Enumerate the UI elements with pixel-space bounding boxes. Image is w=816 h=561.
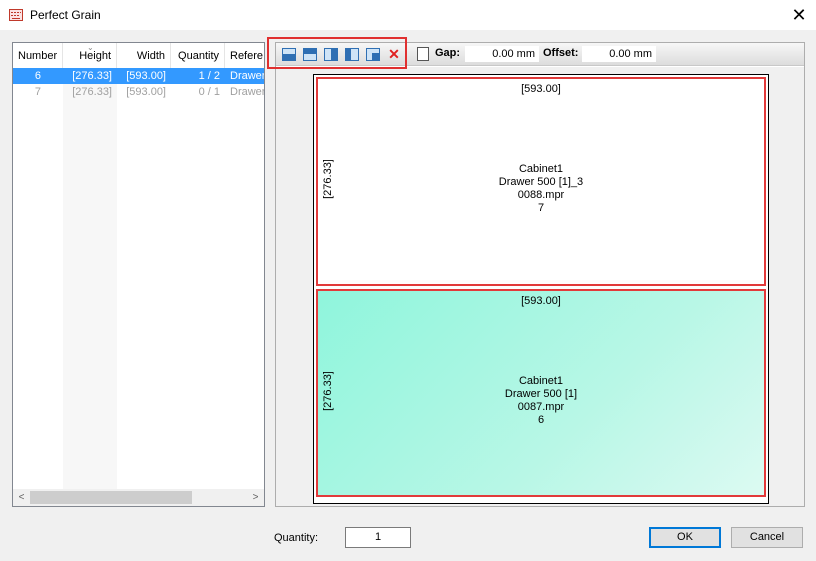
part-number: 6 [537, 414, 545, 426]
part-name: Drawer 500 [1]_3 [498, 176, 584, 188]
cell-reference: Drawer [230, 86, 264, 98]
part-number: 7 [537, 202, 545, 214]
cell-height: [276.33] [72, 86, 112, 98]
cell-quantity: 1 / 2 [198, 70, 220, 82]
offset-label: Offset: [543, 47, 579, 59]
column-header-number[interactable]: Number [13, 43, 63, 68]
column-header-quantity[interactable]: Quantity [171, 43, 225, 68]
cell-reference: Drawer [230, 70, 264, 82]
sort-chevron-icon: ⌄ [87, 43, 94, 52]
cell-number: 6 [34, 70, 41, 82]
column-header-width[interactable]: Width [117, 43, 171, 68]
cell-width: [593.00] [126, 86, 166, 98]
title-bar: Perfect Grain ✕ [0, 0, 816, 30]
gap-input[interactable]: 0.00 mm [465, 46, 539, 62]
cell-height: [276.33] [72, 70, 112, 82]
sorted-column-background [63, 68, 117, 489]
toolbar-highlight-frame [267, 37, 407, 69]
window-title: Perfect Grain [30, 8, 101, 22]
gap-icon [417, 47, 429, 61]
cell-number: 7 [34, 86, 41, 98]
board-sheet: [593.00] [276.33] Cabinet1 Drawer 500 [1… [313, 74, 769, 504]
scroll-left-icon[interactable]: < [13, 489, 30, 506]
parts-list[interactable]: Number Height ⌄ Width Quantity Refere 6 … [12, 42, 265, 507]
ok-button[interactable]: OK [649, 527, 721, 548]
part-program: 0088.mpr [517, 189, 565, 201]
list-header: Number Height ⌄ Width Quantity Refere [13, 43, 264, 68]
quantity-input[interactable]: 1 [345, 527, 411, 548]
table-row[interactable]: 6 [276.33] [593.00] 1 / 2 Drawer [13, 68, 264, 84]
scroll-right-icon[interactable]: > [247, 489, 264, 506]
part-program: 0087.mpr [517, 401, 565, 413]
part-cabinet: Cabinet1 [518, 163, 564, 175]
part-6[interactable]: [593.00] [276.33] Cabinet1 Drawer 500 [1… [316, 289, 766, 497]
offset-input[interactable]: 0.00 mm [582, 46, 656, 62]
gap-label: Gap: [435, 47, 461, 59]
layout-canvas: [593.00] [276.33] Cabinet1 Drawer 500 [1… [276, 67, 804, 506]
column-header-reference[interactable]: Refere [225, 43, 264, 68]
cancel-button[interactable]: Cancel [731, 527, 803, 548]
cell-quantity: 0 / 1 [198, 86, 220, 98]
part-7[interactable]: [593.00] [276.33] Cabinet1 Drawer 500 [1… [316, 77, 766, 286]
part-cabinet: Cabinet1 [518, 375, 564, 387]
layout-preview-panel: ✕ Gap: 0.00 mm Offset: 0.00 mm [593.00] … [275, 42, 805, 507]
cell-width: [593.00] [126, 70, 166, 82]
scrollbar-thumb[interactable] [30, 491, 192, 504]
close-icon[interactable]: ✕ [786, 3, 812, 27]
part-width-dimension: [593.00] [521, 83, 561, 95]
horizontal-scrollbar[interactable]: < > [13, 489, 264, 506]
table-row[interactable]: 7 [276.33] [593.00] 0 / 1 Drawer [13, 84, 264, 100]
part-name: Drawer 500 [1] [504, 388, 578, 400]
quantity-label: Quantity: [274, 532, 319, 544]
part-width-dimension: [593.00] [521, 295, 561, 307]
keyboard-app-icon [9, 9, 23, 21]
